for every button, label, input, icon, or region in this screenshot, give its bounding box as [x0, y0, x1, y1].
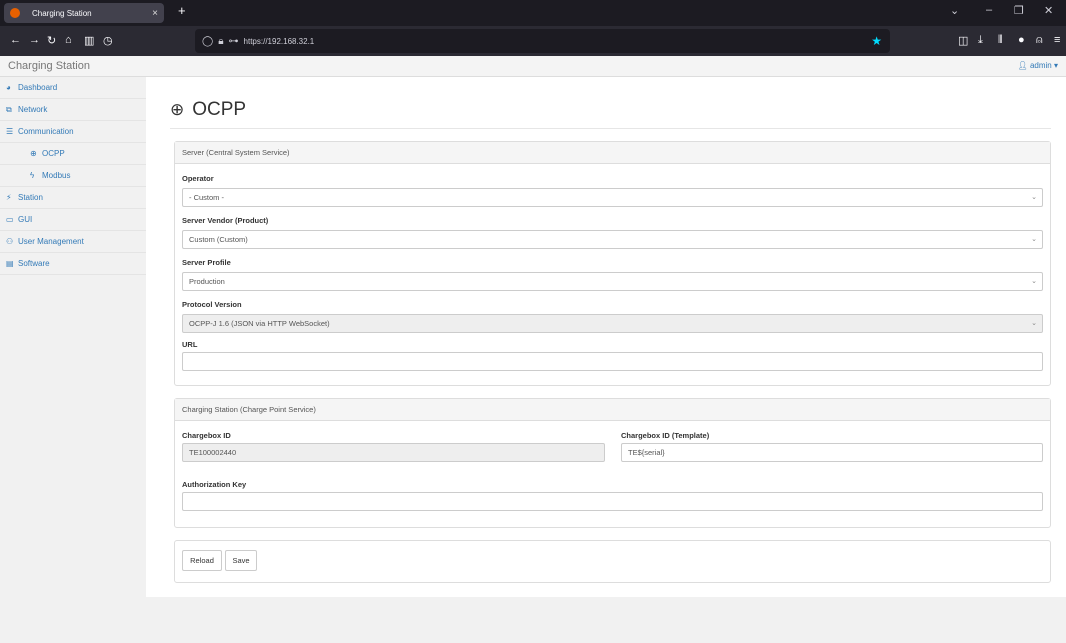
authorization-key-label: Authorization Key — [182, 480, 247, 489]
globe-icon: ⊕ — [30, 149, 37, 158]
home-icon[interactable]: ⌂ — [65, 34, 72, 46]
browser-tab[interactable]: Charging Station × — [4, 3, 164, 23]
tab-close-button[interactable]: × — [152, 8, 158, 19]
sidebar-item-dashboard[interactable]: ◕ Dashboard — [0, 77, 146, 99]
reader-icon[interactable]: ▥ — [84, 34, 94, 47]
new-tab-button[interactable]: + — [178, 3, 186, 18]
browser-nav-bar: ← → ↻ ⌂ ▥ ◷ ◯ 🔒︎ ⊶ https://192.168.32.1 … — [0, 26, 1066, 56]
menu-icon[interactable]: ≡ — [1054, 34, 1060, 46]
user-menu[interactable]: 👤︎ admin ▾ — [1018, 61, 1058, 70]
sidebar-item-station[interactable]: ⚡︎ Station — [0, 187, 146, 209]
server-panel-heading: Server (Central System Service) — [175, 142, 1050, 164]
user-icon: 👤︎ — [1017, 61, 1028, 70]
sidebar-item-software[interactable]: ▤ Software — [0, 253, 146, 275]
sidebar: ◕ Dashboard ⧉ Network ☰ Communication ⊕ OCPP… — [0, 77, 146, 643]
chargebox-id-label: Chargebox ID — [182, 431, 231, 440]
browser-tab-bar: Charging Station × + ⌄ – ❐ ✕ — [0, 0, 1066, 26]
restore-icon[interactable]: ❐ — [1014, 4, 1024, 17]
lock-icon[interactable]: 🔒︎ — [218, 36, 223, 47]
software-icon: ▤ — [6, 259, 14, 268]
reload-icon[interactable]: ↻ — [47, 34, 56, 47]
brand-title[interactable]: Charging Station — [8, 60, 90, 72]
forward-icon[interactable]: → — [29, 34, 40, 46]
action-bar: Reload Save — [174, 540, 1051, 583]
sidebar-item-user-management[interactable]: ⚇ User Management — [0, 231, 146, 253]
users-icon: ⚇ — [6, 237, 14, 246]
server-vendor-label: Server Vendor (Product) — [182, 216, 269, 225]
page-title-text: OCPP — [192, 99, 247, 120]
server-profile-select[interactable]: Production ⌄ — [182, 272, 1043, 291]
sidebar-item-gui[interactable]: ▭ GUI — [0, 209, 146, 231]
minimize-icon[interactable]: – — [986, 4, 992, 16]
url-bar[interactable]: ◯ 🔒︎ ⊶ https://192.168.32.1 ★ — [195, 29, 890, 53]
caret-down-icon: ▾ — [1053, 61, 1058, 70]
flash-icon: ϟ — [30, 171, 35, 180]
user-name: admin — [1029, 61, 1052, 70]
save-button[interactable]: Save — [225, 550, 257, 571]
url-input[interactable] — [182, 352, 1043, 371]
sidebar-item-communication[interactable]: ☰ Communication — [0, 121, 146, 143]
network-icon: ⧉ — [6, 105, 12, 114]
protocol-version-label: Protocol Version — [182, 300, 242, 309]
page-title: ⊕ OCPP — [170, 99, 246, 121]
protocol-version-select[interactable]: OCPP-J 1.6 (JSON via HTTP WebSocket) ⌄ — [182, 314, 1043, 333]
app-header: Charging Station 👤︎ admin ▾ — [0, 56, 1066, 77]
downloads-icon[interactable]: ⤓ — [978, 34, 983, 47]
sidebar-item-network[interactable]: ⧉ Network — [0, 99, 146, 121]
dashboard-icon: ◕ — [6, 83, 11, 92]
url-text[interactable]: https://192.168.32.1 — [244, 37, 315, 46]
server-panel: Server (Central System Service) Operator… — [174, 141, 1051, 386]
list-icon: ☰ — [6, 127, 14, 136]
chevron-down-icon: ⌄ — [1031, 236, 1037, 243]
back-icon[interactable]: ← — [10, 34, 21, 46]
chargebox-template-label: Chargebox ID (Template) — [621, 431, 710, 440]
charging-station-panel: Charging Station (Charge Point Service) … — [174, 398, 1051, 528]
server-profile-label: Server Profile — [182, 258, 231, 267]
reload-button[interactable]: Reload — [182, 550, 222, 571]
sidebar-item-ocpp[interactable]: ⊕ OCPP — [0, 143, 146, 165]
pocket-icon[interactable]: ◫ — [958, 34, 968, 47]
globe-icon: ⊕ — [170, 100, 185, 119]
main-content: ⊕ OCPP Server (Central System Service) O… — [146, 77, 1066, 597]
history-icon[interactable]: ◷ — [103, 34, 113, 47]
key-icon: ⊶ — [228, 35, 239, 47]
sidebar-item-modbus[interactable]: ϟ Modbus — [0, 165, 146, 187]
operator-label: Operator — [182, 174, 214, 183]
firefox-icon — [10, 8, 20, 18]
monitor-icon: ▭ — [6, 215, 14, 224]
chevron-down-icon: ⌄ — [1031, 194, 1037, 201]
bookmark-star-icon[interactable]: ★ — [871, 34, 882, 48]
chevron-down-icon: ⌄ — [1031, 320, 1037, 327]
url-label: URL — [182, 340, 198, 349]
chargebox-id-input[interactable]: TE100002440 — [182, 443, 605, 462]
close-window-icon[interactable]: ✕ — [1044, 4, 1053, 17]
chargebox-template-input[interactable]: TE${serial} — [621, 443, 1043, 462]
charging-station-panel-heading: Charging Station (Charge Point Service) — [175, 399, 1050, 421]
chevron-down-icon: ⌄ — [1031, 278, 1037, 285]
divider — [170, 128, 1051, 129]
account-icon[interactable]: ⍝ — [1036, 34, 1043, 47]
server-vendor-select[interactable]: Custom (Custom) ⌄ — [182, 230, 1043, 249]
station-icon: ⚡︎ — [6, 193, 12, 202]
extension-icon[interactable]: ● — [1018, 34, 1025, 46]
library-icon[interactable]: ⫴ — [998, 34, 1003, 47]
operator-select[interactable]: - Custom - ⌄ — [182, 188, 1043, 207]
tab-list-icon[interactable]: ⌄ — [950, 4, 959, 17]
shield-icon[interactable]: ◯ — [202, 36, 213, 47]
tab-title: Charging Station — [32, 8, 92, 18]
authorization-key-input[interactable] — [182, 492, 1043, 511]
